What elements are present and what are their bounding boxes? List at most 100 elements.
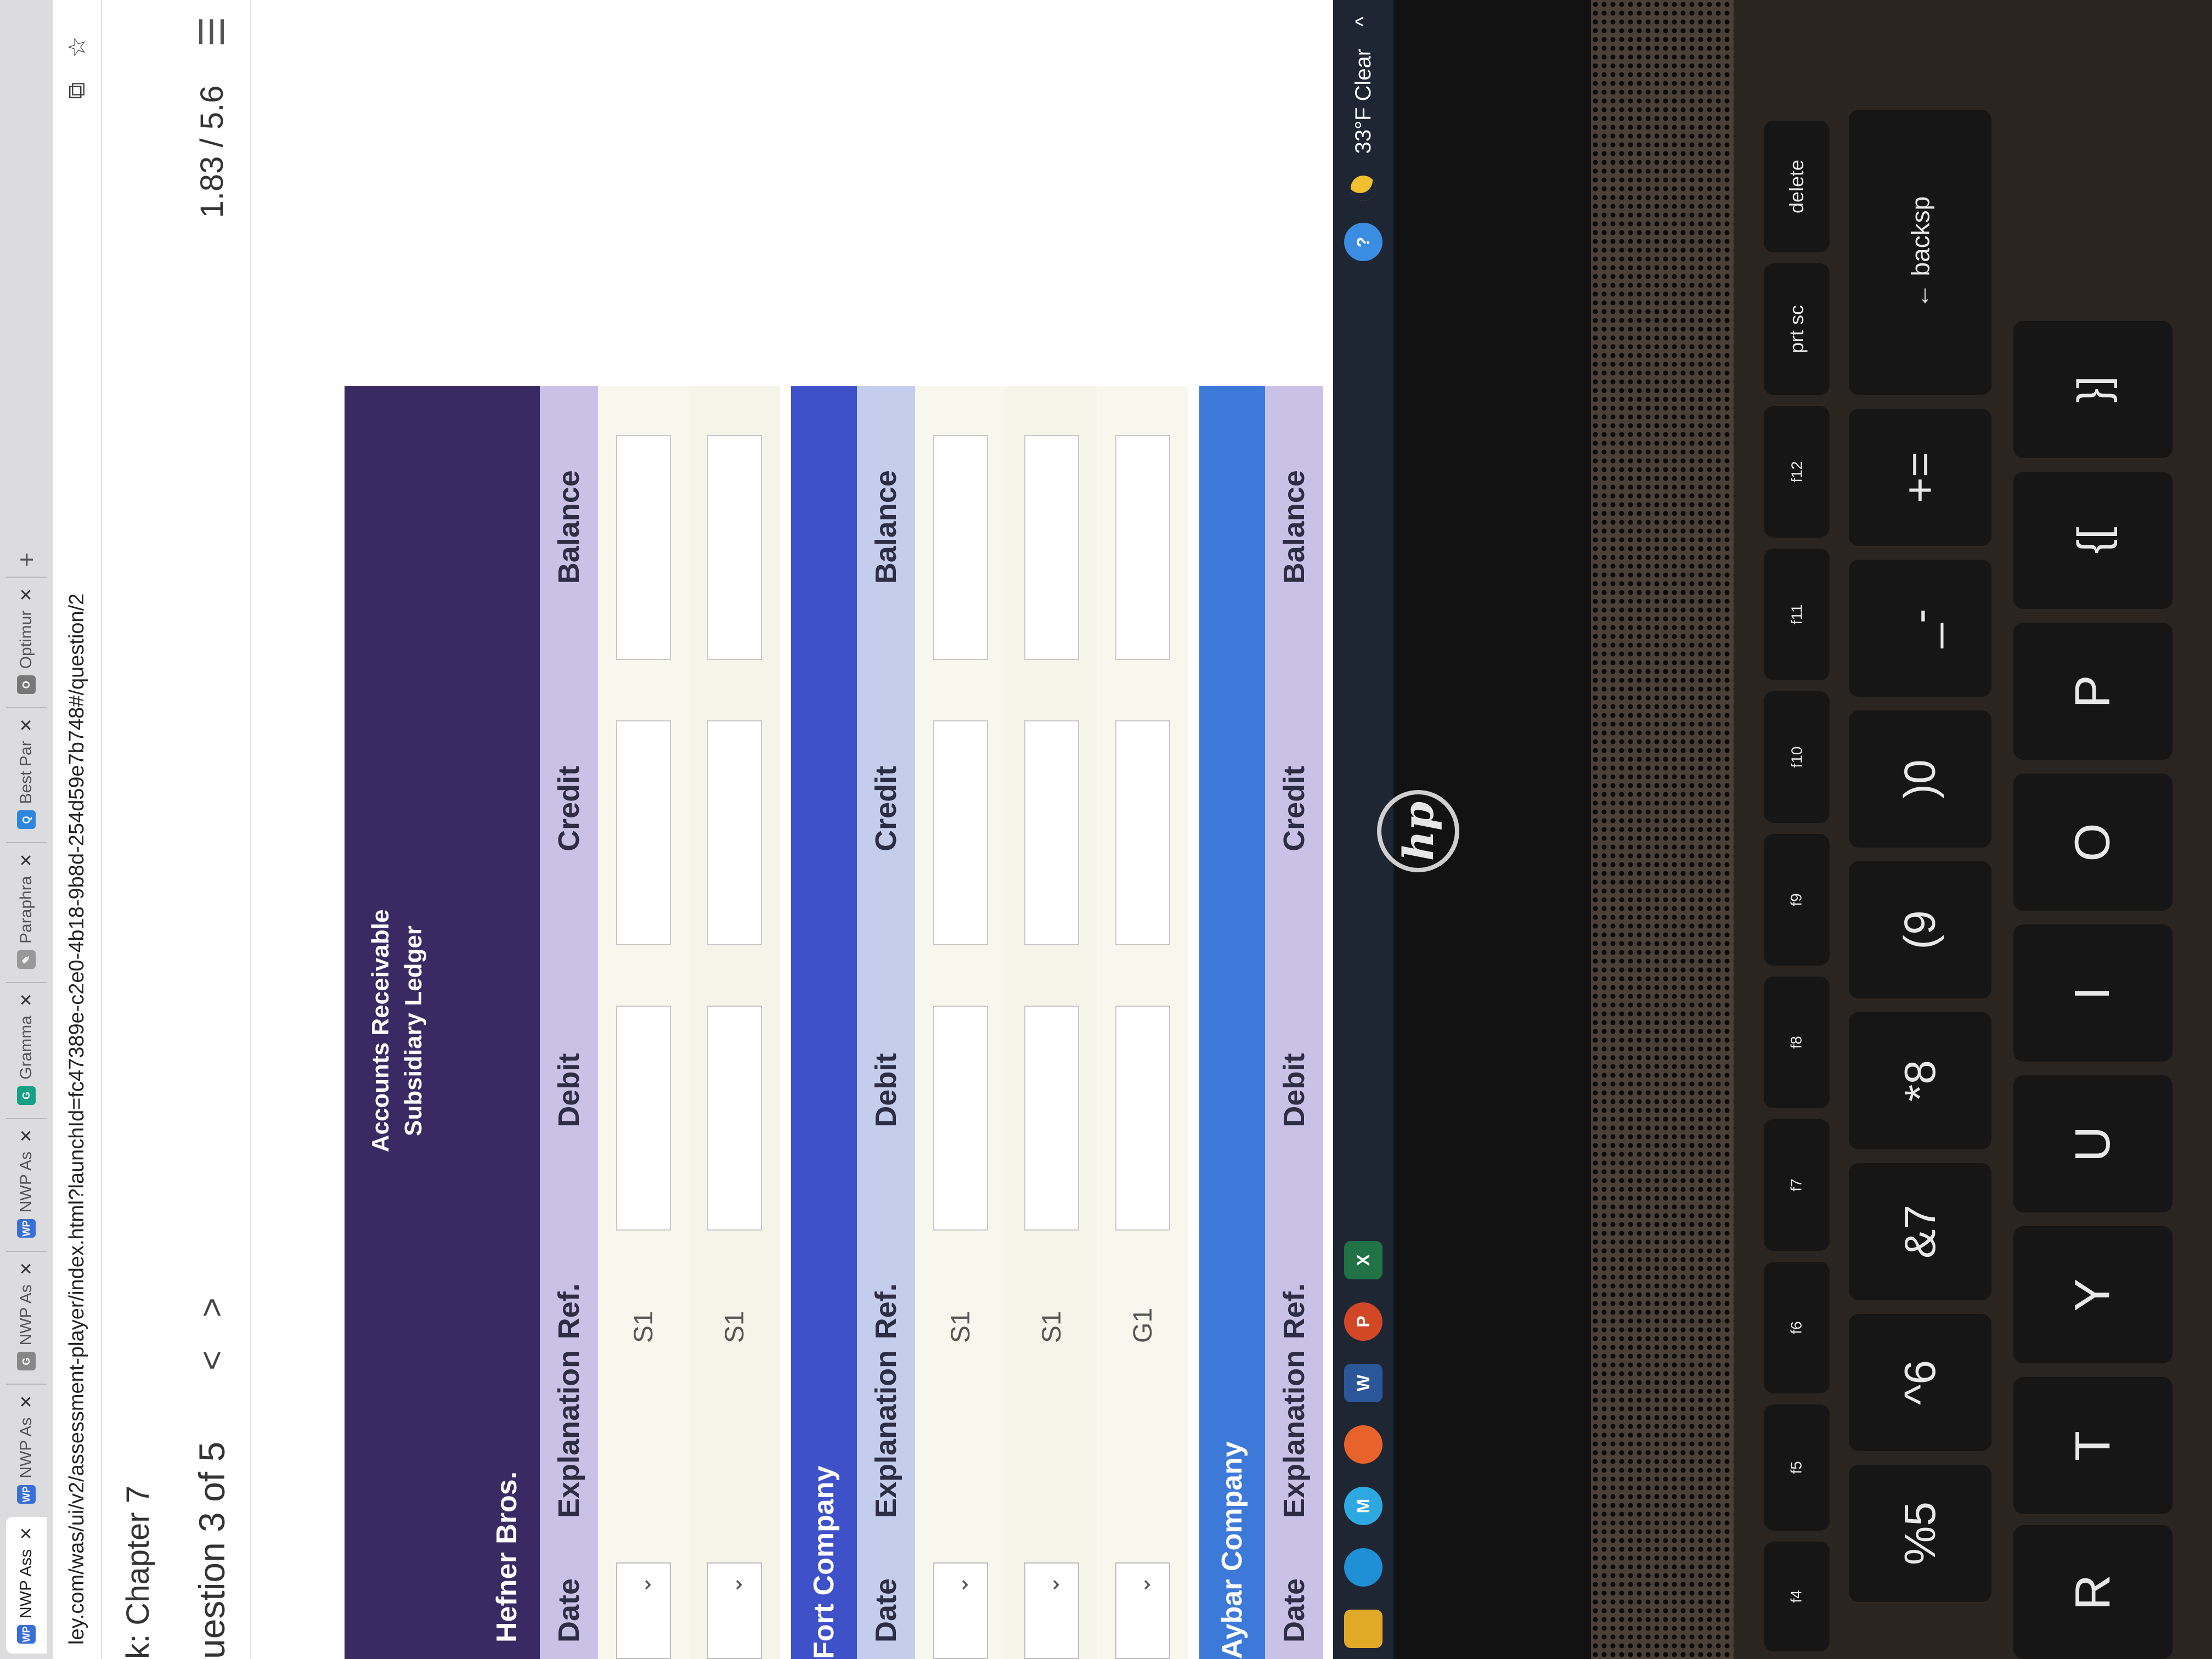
question-nav-bar: uestion 3 of 5 < > 1.83 / 5.6 ☰ (173, 0, 251, 1659)
url-text[interactable]: ley.com/was/ui/v2/assessment-player/inde… (65, 99, 89, 1645)
keyboard-key: _- (1849, 560, 1991, 697)
keyboard-key: delete (1764, 121, 1830, 252)
keyboard-key: f10 (1764, 691, 1830, 823)
close-icon[interactable]: ✕ (17, 1262, 36, 1276)
keyboard-key: f5 (1764, 1404, 1830, 1531)
debit-input[interactable] (1024, 1006, 1079, 1231)
hp-logo: hp (1377, 790, 1459, 872)
close-icon[interactable]: ✕ (17, 853, 36, 867)
keyboard-key: R (2013, 1525, 2172, 1659)
ledger-header: Accounts Receivable Subsidiary Ledger He… (345, 386, 540, 1659)
col-date: Date (870, 1578, 902, 1643)
date-select[interactable]: ⌄ (707, 1562, 762, 1659)
browser-tab[interactable]: Q Best Par ✕ (6, 707, 47, 839)
ref-cell: S1 (946, 1311, 975, 1343)
keyboard-key: f12 (1764, 406, 1830, 538)
date-select[interactable]: ⌄ (1024, 1562, 1079, 1659)
debit-input[interactable] (616, 1006, 671, 1231)
debit-input[interactable] (707, 1006, 762, 1231)
browser-tab[interactable]: WP NWP As ✕ (6, 1118, 47, 1248)
next-question-button[interactable]: > (193, 1297, 232, 1317)
chrome-profile-icon[interactable]: M (1344, 1487, 1383, 1525)
keyboard-key: *8 (1849, 1012, 1991, 1149)
edge-browser-icon[interactable] (1344, 1548, 1383, 1587)
column-header-row: Date Explanation Ref. Debit Credit Balan… (1265, 386, 1323, 1659)
browser-tab[interactable]: G NWP As ✕ (6, 1251, 47, 1381)
credit-input[interactable] (1024, 720, 1079, 945)
close-icon[interactable]: ✕ (17, 1129, 36, 1143)
browser-tab[interactable]: O Optimur ✕ (6, 577, 47, 704)
chevron-down-icon: ⌄ (1131, 1576, 1155, 1594)
ledger-row: ⌄ S1 (689, 386, 780, 1659)
balance-input[interactable] (1115, 435, 1170, 660)
keyboard-key: f11 (1764, 549, 1830, 680)
debit-input[interactable] (933, 1006, 988, 1231)
chevron-down-icon: ⌄ (949, 1576, 973, 1594)
balance-input[interactable] (616, 435, 671, 660)
wileyplus-icon: WP (17, 1485, 36, 1504)
help-icon[interactable]: ? (1344, 223, 1383, 262)
balance-input[interactable] (1024, 435, 1079, 660)
chevron-down-icon: ⌄ (723, 1576, 747, 1594)
col-balance: Balance (1278, 470, 1311, 584)
ref-cell: S1 (720, 1311, 749, 1343)
browser-tab[interactable]: ✎ Paraphra ✕ (6, 842, 47, 979)
star-icon[interactable]: ☆ (63, 36, 91, 58)
site-icon: O (17, 675, 36, 695)
course-header: k: Chapter 7 (102, 0, 173, 1659)
tab-title: Gramma (17, 1015, 35, 1080)
question-list-icon[interactable]: ☰ (192, 16, 232, 47)
grammarly-icon: G (17, 1086, 36, 1105)
new-tab-icon[interactable]: + (12, 552, 41, 567)
col-ref: Ref. (552, 1283, 585, 1340)
date-select[interactable]: ⌄ (1115, 1562, 1170, 1659)
col-debit: Debit (1278, 1053, 1311, 1127)
share-icon[interactable]: ⧉ (63, 82, 91, 99)
keyboard-key: prt sc (1764, 263, 1830, 395)
wileyplus-icon: WP (17, 1625, 36, 1644)
ledger-row: ⌄ S1 (1006, 386, 1097, 1659)
keyboard-key: ^6 (1849, 1314, 1991, 1451)
debit-input[interactable] (1115, 1006, 1170, 1231)
site-icon: Q (17, 810, 36, 830)
excel-icon[interactable]: X (1344, 1241, 1383, 1279)
firefox-icon[interactable] (1344, 1425, 1383, 1464)
keyboard-key: P (2013, 623, 2172, 760)
ref-cell: S1 (629, 1311, 658, 1343)
fort-rows: ⌄ S1 ⌄ S1 ⌄ G1 (915, 386, 1188, 1659)
balance-input[interactable] (707, 435, 762, 660)
column-header-row: Date Explanation Ref. Debit Credit Balan… (540, 386, 598, 1659)
file-explorer-icon[interactable] (1344, 1610, 1383, 1648)
balance-input[interactable] (933, 435, 988, 660)
browser-tab[interactable]: WP NWP Ass ✕ (6, 1516, 47, 1654)
col-debit: Debit (870, 1053, 902, 1127)
close-icon[interactable]: ✕ (17, 1395, 36, 1408)
word-icon[interactable]: W (1344, 1364, 1383, 1402)
chevron-up-icon[interactable]: ^ (1351, 16, 1376, 27)
prev-question-button[interactable]: < (193, 1350, 232, 1370)
keyboard-key: f9 (1764, 834, 1830, 966)
browser-tab[interactable]: WP NWP As ✕ (6, 1384, 47, 1514)
ledger-row: ⌄ S1 (915, 386, 1006, 1659)
browser-tab[interactable]: G Gramma ✕ (6, 982, 47, 1115)
col-ref: Ref. (870, 1283, 902, 1340)
credit-input[interactable] (933, 720, 988, 945)
pencil-icon: ✎ (17, 950, 36, 969)
credit-input[interactable] (707, 720, 762, 945)
close-icon[interactable]: ✕ (17, 993, 36, 1007)
credit-input[interactable] (616, 720, 671, 945)
keyboard-key: (9 (1849, 861, 1991, 998)
close-icon[interactable]: ✕ (17, 588, 36, 601)
col-credit: Credit (1278, 765, 1311, 851)
close-icon[interactable]: ✕ (17, 718, 36, 732)
tab-title: NWP As (17, 1284, 35, 1346)
powerpoint-icon[interactable]: P (1344, 1302, 1383, 1341)
credit-input[interactable] (1115, 720, 1170, 945)
date-select[interactable]: ⌄ (933, 1562, 988, 1659)
date-select[interactable]: ⌄ (616, 1562, 671, 1659)
address-bar[interactable]: ley.com/was/ui/v2/assessment-player/inde… (53, 0, 102, 1659)
ledger-title: Accounts Receivable (367, 909, 394, 1153)
question-content: Accounts Receivable Subsidiary Ledger He… (251, 0, 1323, 1659)
ledger-row: ⌄ S1 (598, 386, 689, 1659)
close-icon[interactable]: ✕ (17, 1527, 36, 1541)
